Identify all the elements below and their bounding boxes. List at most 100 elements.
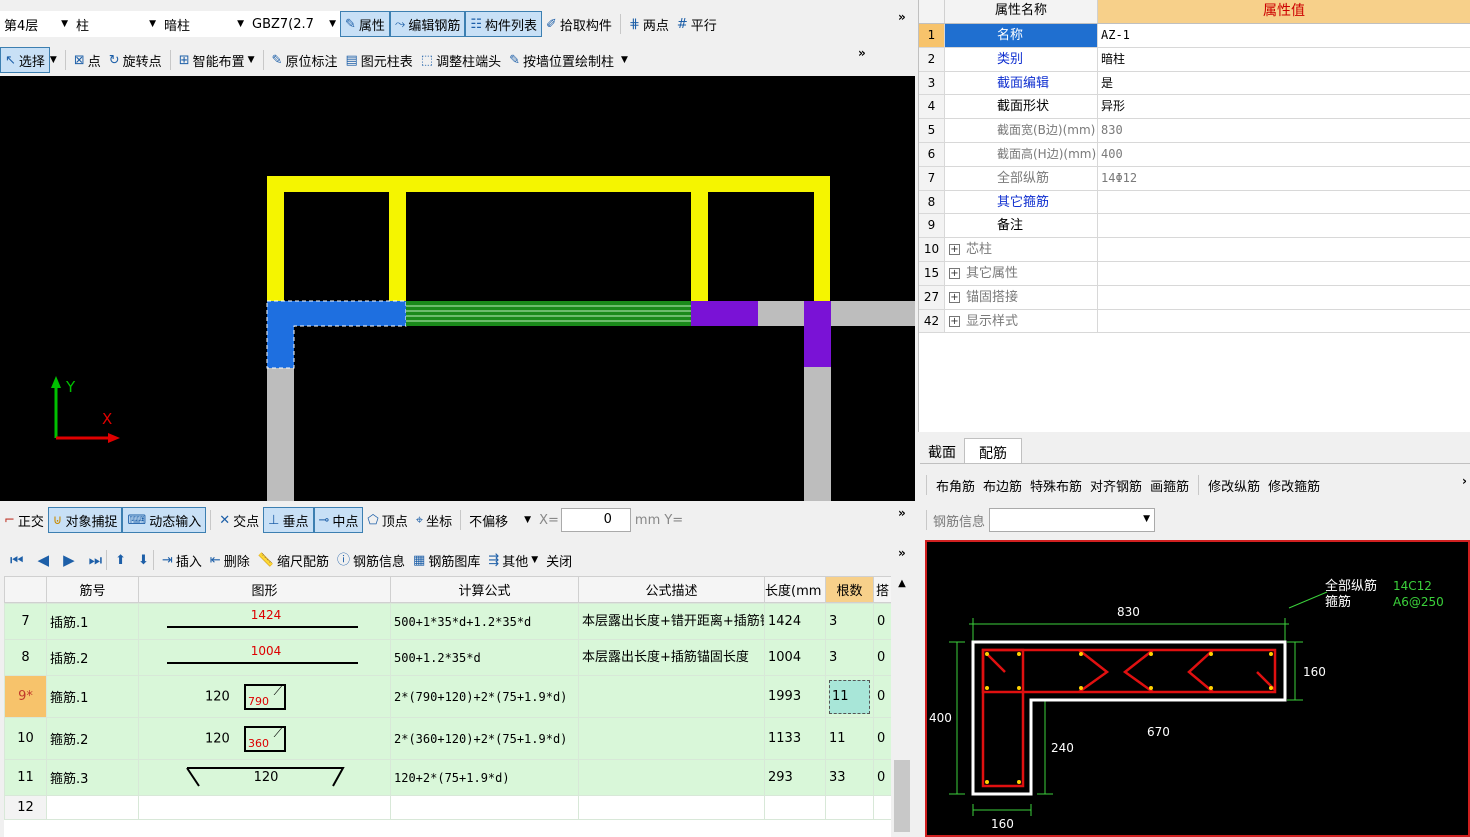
cell-length[interactable]: 1004 [764, 639, 826, 676]
property-button[interactable]: ✎ 属性 [340, 11, 390, 37]
modify-stirrup-button[interactable]: 修改箍筋 [1265, 472, 1323, 498]
floor-select[interactable]: 第4层 ▼ [0, 11, 72, 37]
parallel-button[interactable]: # 平行 [673, 11, 721, 37]
property-group[interactable]: + 芯柱 [945, 238, 1098, 261]
property-value[interactable]: 14Φ12 [1098, 167, 1470, 190]
cell-extra[interactable]: 0 [873, 717, 891, 760]
cell-shape[interactable] [138, 795, 391, 820]
other-button[interactable]: ⇶ 其他 ▼ [484, 547, 542, 573]
expand-plus-icon[interactable]: + [949, 291, 960, 303]
cell-extra[interactable]: 0 [873, 759, 891, 796]
property-value[interactable]: AZ-1 [1098, 24, 1470, 47]
two-points-button[interactable]: ⋕ 两点 [625, 11, 673, 37]
coordinate-button[interactable]: ⌖ 坐标 [412, 507, 456, 533]
midpoint-button[interactable]: ⊸ 中点 [313, 507, 364, 533]
cell-count[interactable]: 11 [825, 717, 874, 760]
cell-desc[interactable] [578, 675, 765, 718]
offset-mode-select[interactable]: 不偏移 ▼ [465, 507, 535, 533]
property-value[interactable] [1098, 238, 1470, 261]
cell-formula[interactable]: 2*(790+120)+2*(75+1.9*d) [390, 675, 579, 718]
expand-plus-icon[interactable]: + [949, 315, 960, 327]
edit-rebar-button[interactable]: ⤳ 编辑钢筋 [389, 11, 466, 37]
header-extra[interactable]: 搭 [873, 576, 891, 603]
property-row[interactable]: 10 + 芯柱 [919, 238, 1470, 262]
draw-stirrup-button[interactable]: 画箍筋 [1147, 472, 1192, 498]
cell-desc[interactable]: 本层露出长度+插筋锚固长度 [578, 639, 765, 676]
cell-bar-name[interactable]: 箍筋.2 [46, 717, 139, 760]
move-down-icon[interactable]: ⬇ [138, 554, 149, 567]
origin-mark-button[interactable]: ✎ 原位标注 [268, 47, 342, 73]
expand-plus-icon[interactable]: + [949, 244, 960, 256]
prev-record-icon[interactable]: ◀ [38, 552, 50, 568]
cell-count[interactable] [825, 795, 874, 820]
rotate-point-button[interactable]: ↻ 旋转点 [105, 47, 166, 73]
cell-formula[interactable] [390, 795, 579, 820]
property-row[interactable]: 1 名称 AZ-1 [919, 24, 1470, 48]
object-snap-button[interactable]: ⊍ 对象捕捉 [47, 507, 123, 533]
property-value[interactable]: 异形 [1098, 95, 1470, 118]
cell-bar-name[interactable]: 箍筋.3 [46, 759, 139, 796]
property-value[interactable] [1098, 310, 1470, 333]
section-canvas[interactable]: 全部纵筋 箍筋 14C12 A6@250 830 160 400 670 240… [925, 540, 1470, 837]
property-row[interactable]: 5 截面宽(B边)(mm) 830 [919, 119, 1470, 143]
perpendicular-button[interactable]: ⊥ 垂点 [263, 507, 314, 533]
scroll-up-icon[interactable]: ▲ [892, 578, 912, 589]
table-row[interactable]: 9* 箍筋.1 120 790 ⟋ 2*(790+120)+2*(75+1.9*d… [4, 675, 891, 718]
cell-formula[interactable]: 2*(360+120)+2*(75+1.9*d) [390, 717, 579, 760]
property-group[interactable]: + 锚固搭接 [945, 285, 1098, 309]
element-table-button[interactable]: ▤ 图元柱表 [341, 47, 416, 73]
dynamic-input-button[interactable]: ⌨ 动态输入 [122, 507, 207, 533]
edge-rebar-button[interactable]: 布边筋 [980, 472, 1025, 498]
chevron-down-icon[interactable]: ▼ [50, 55, 57, 65]
rebar-info-select[interactable]: ▼ [989, 508, 1156, 532]
cell-count-selected[interactable]: 11 [825, 675, 874, 718]
cell-length[interactable]: 1424 [764, 603, 826, 640]
header-shape[interactable]: 图形 [138, 576, 391, 603]
property-row[interactable]: 15 + 其它属性 [919, 261, 1470, 286]
component-select[interactable]: GBZ7(2.7 ▼ [248, 11, 340, 37]
cell-extra[interactable]: 0 [873, 675, 891, 718]
property-group[interactable]: + 其它属性 [945, 261, 1098, 285]
drawing-canvas[interactable]: Y X [0, 76, 915, 501]
green-beam[interactable] [406, 301, 691, 326]
cell-formula[interactable]: 500+1.2*35*d [390, 639, 579, 676]
last-record-icon[interactable]: ⏭ [89, 552, 103, 568]
corner-rebar-button[interactable]: 布角筋 [933, 472, 978, 498]
next-record-icon[interactable]: ▶ [63, 552, 75, 568]
header-desc[interactable]: 公式描述 [578, 576, 765, 603]
cell-formula[interactable]: 500+1*35*d+1.2*35*d [390, 603, 579, 640]
vertex-button[interactable]: ⬠ 顶点 [363, 507, 411, 533]
adjust-end-button[interactable]: ⬚ 调整柱端头 [417, 47, 505, 73]
cell-bar-name[interactable]: 插筋.2 [46, 639, 139, 676]
header-bar-no[interactable]: 筋号 [46, 576, 139, 603]
property-value[interactable]: 是 [1098, 72, 1470, 95]
cell-desc[interactable] [578, 795, 765, 820]
cell-bar-name[interactable] [46, 795, 139, 820]
point-button[interactable]: ⊠ 点 [70, 47, 105, 73]
component-list-button[interactable]: ☷ 构件列表 [465, 11, 543, 37]
toolbar-overflow-icon[interactable]: » [898, 10, 906, 24]
property-row[interactable]: 27 + 锚固搭接 [919, 285, 1470, 310]
table-row[interactable]: 10 箍筋.2 120 360 ⟋ 2*(360+120)+2*(75+1.9*d… [4, 717, 891, 760]
move-up-icon[interactable]: ⬆ [115, 554, 126, 567]
cell-count[interactable]: 3 [825, 639, 874, 676]
align-rebar-button[interactable]: 对齐钢筋 [1087, 472, 1145, 498]
scale-rebar-button[interactable]: 📏 缩尺配筋 [254, 547, 333, 573]
cell-count[interactable]: 33 [825, 759, 874, 796]
cell-shape[interactable]: 120 360 ⟋ [138, 717, 391, 760]
cell-length[interactable]: 293 [764, 759, 826, 796]
count-editor[interactable]: 11 [829, 679, 870, 714]
property-row[interactable]: 6 截面高(H边)(mm) 400 [919, 142, 1470, 167]
cell-desc[interactable] [578, 717, 765, 760]
rebar-info-button[interactable]: ⓘ 钢筋信息 [333, 547, 409, 573]
intersection-button[interactable]: ✕ 交点 [215, 507, 263, 533]
close-button[interactable]: 关闭 [542, 547, 576, 573]
ortho-button[interactable]: ⌐ 正交 [0, 507, 48, 533]
toolbar-overflow-icon[interactable]: » [898, 546, 906, 560]
property-row[interactable]: 7 全部纵筋 14Φ12 [919, 166, 1470, 191]
property-value[interactable] [1098, 214, 1470, 237]
property-row[interactable]: 3 截面编辑是 [919, 71, 1470, 96]
property-group[interactable]: + 显示样式 [945, 309, 1098, 333]
cell-desc[interactable]: 本层露出长度+错开距离+插筋锚固长度 [578, 603, 765, 640]
draw-by-wall-button[interactable]: ✎ 按墙位置绘制柱 ▼ [505, 47, 632, 73]
